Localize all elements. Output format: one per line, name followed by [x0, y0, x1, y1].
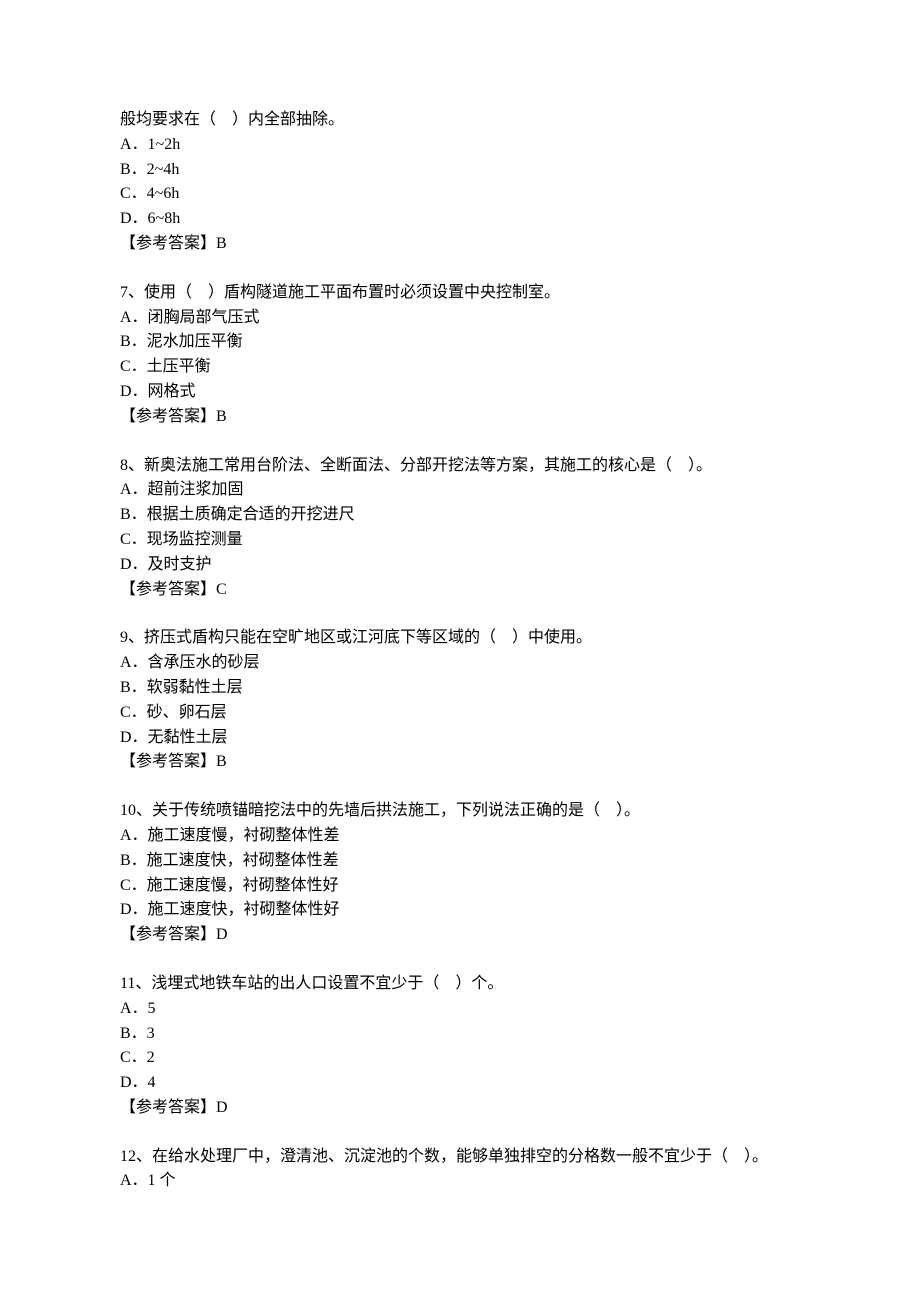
question-option-d: D．无黏性土层 — [120, 726, 800, 751]
question-answer: 【参考答案】C — [120, 578, 800, 603]
question-option-c: C．砂、卵石层 — [120, 701, 800, 726]
question-answer: 【参考答案】B — [120, 750, 800, 775]
question-option-b: B．施工速度快，衬砌整体性差 — [120, 849, 800, 874]
question-stem: 7、使用（ ）盾构隧道施工平面布置时必须设置中央控制室。 — [120, 281, 800, 306]
question-option-a: A．5 — [120, 997, 800, 1022]
question-answer: 【参考答案】B — [120, 405, 800, 430]
question-answer: 【参考答案】D — [120, 923, 800, 948]
question-8: 8、新奥法施工常用台阶法、全断面法、分部开挖法等方案，其施工的核心是（ ）。 A… — [120, 454, 800, 603]
question-stem: 12、在给水处理厂中，澄清池、沉淀池的个数，能够单独排空的分格数一般不宜少于（ … — [120, 1145, 800, 1170]
question-stem: 11、浅埋式地铁车站的出人口设置不宜少于（ ）个。 — [120, 972, 800, 997]
question-answer: 【参考答案】D — [120, 1096, 800, 1121]
question-option-a: A．施工速度慢，衬砌整体性差 — [120, 824, 800, 849]
question-option-c: C．2 — [120, 1046, 800, 1071]
question-10: 10、关于传统喷锚暗挖法中的先墙后拱法施工，下列说法正确的是（ ）。 A．施工速… — [120, 799, 800, 948]
question-option-b: B．根据土质确定合适的开挖进尺 — [120, 503, 800, 528]
question-option-a: A．闭胸局部气压式 — [120, 306, 800, 331]
question-6: 般均要求在（ ）内全部抽除。 A．1~2h B．2~4h C．4~6h D．6~… — [120, 108, 800, 257]
question-option-d: D．施工速度快，衬砌整体性好 — [120, 898, 800, 923]
question-option-b: B．3 — [120, 1022, 800, 1047]
question-option-c: C．现场监控测量 — [120, 528, 800, 553]
question-option-c: C．土压平衡 — [120, 355, 800, 380]
question-12: 12、在给水处理厂中，澄清池、沉淀池的个数，能够单独排空的分格数一般不宜少于（ … — [120, 1145, 800, 1195]
question-option-c: C．施工速度慢，衬砌整体性好 — [120, 874, 800, 899]
question-stem: 9、挤压式盾构只能在空旷地区或江河底下等区域的（ ）中使用。 — [120, 626, 800, 651]
question-option-a: A．含承压水的砂层 — [120, 651, 800, 676]
question-11: 11、浅埋式地铁车站的出人口设置不宜少于（ ）个。 A．5 B．3 C．2 D．… — [120, 972, 800, 1121]
question-stem: 10、关于传统喷锚暗挖法中的先墙后拱法施工，下列说法正确的是（ ）。 — [120, 799, 800, 824]
question-stem: 般均要求在（ ）内全部抽除。 — [120, 108, 800, 133]
question-option-d: D．4 — [120, 1071, 800, 1096]
question-option-b: B．泥水加压平衡 — [120, 330, 800, 355]
question-option-d: D．6~8h — [120, 207, 800, 232]
question-stem: 8、新奥法施工常用台阶法、全断面法、分部开挖法等方案，其施工的核心是（ ）。 — [120, 454, 800, 479]
question-7: 7、使用（ ）盾构隧道施工平面布置时必须设置中央控制室。 A．闭胸局部气压式 B… — [120, 281, 800, 430]
question-option-b: B．软弱黏性土层 — [120, 676, 800, 701]
question-option-a: A．1 个 — [120, 1169, 800, 1194]
question-answer: 【参考答案】B — [120, 232, 800, 257]
question-option-b: B．2~4h — [120, 158, 800, 183]
document-page: 般均要求在（ ）内全部抽除。 A．1~2h B．2~4h C．4~6h D．6~… — [0, 0, 920, 1302]
question-option-d: D．及时支护 — [120, 553, 800, 578]
question-9: 9、挤压式盾构只能在空旷地区或江河底下等区域的（ ）中使用。 A．含承压水的砂层… — [120, 626, 800, 775]
question-option-a: A．超前注浆加固 — [120, 478, 800, 503]
question-option-a: A．1~2h — [120, 133, 800, 158]
question-option-d: D．网格式 — [120, 380, 800, 405]
question-option-c: C．4~6h — [120, 182, 800, 207]
